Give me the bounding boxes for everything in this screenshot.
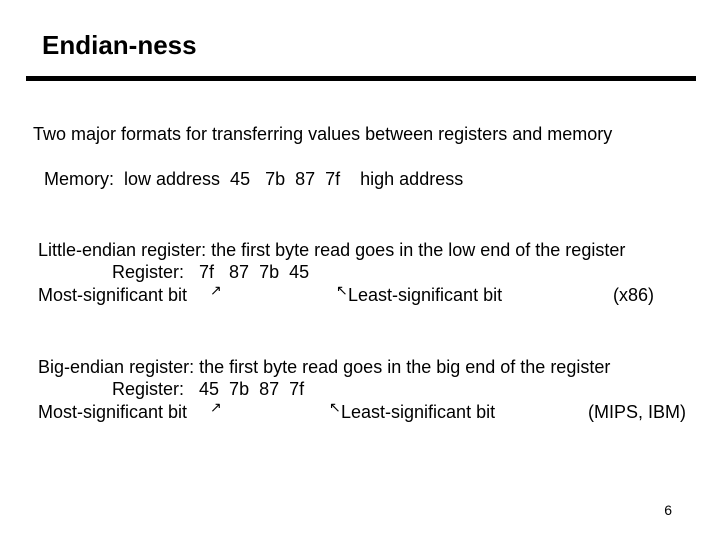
arrow-up-right-icon: ↗ [210, 283, 222, 297]
arrow-up-right-icon: ↗ [210, 400, 222, 414]
little-endian-heading: Little-endian register: the first byte r… [38, 240, 625, 261]
slide-title: Endian-ness [42, 30, 197, 61]
big-endian-arch: (MIPS, IBM) [588, 402, 686, 423]
memory-row: Memory: low address 45 7b 87 7f high add… [44, 169, 463, 190]
big-endian-register-row: Register: 45 7b 87 7f [112, 379, 304, 400]
big-endian-msb-label: Most-significant bit [38, 402, 187, 423]
big-endian-heading: Big-endian register: the first byte read… [38, 357, 610, 378]
arrow-up-left-icon: ↖ [336, 283, 348, 297]
little-endian-lsb-label: Least-significant bit [348, 285, 502, 306]
little-endian-register-row: Register: 7f 87 7b 45 [112, 262, 309, 283]
intro-text: Two major formats for transferring value… [33, 124, 612, 145]
little-endian-msb-label: Most-significant bit [38, 285, 187, 306]
little-endian-arch: (x86) [613, 285, 654, 306]
slide: Endian-ness Two major formats for transf… [0, 0, 720, 540]
arrow-up-left-icon: ↖ [329, 400, 341, 414]
page-number: 6 [664, 502, 672, 518]
title-underline [26, 76, 696, 81]
big-endian-lsb-label: Least-significant bit [341, 402, 495, 423]
